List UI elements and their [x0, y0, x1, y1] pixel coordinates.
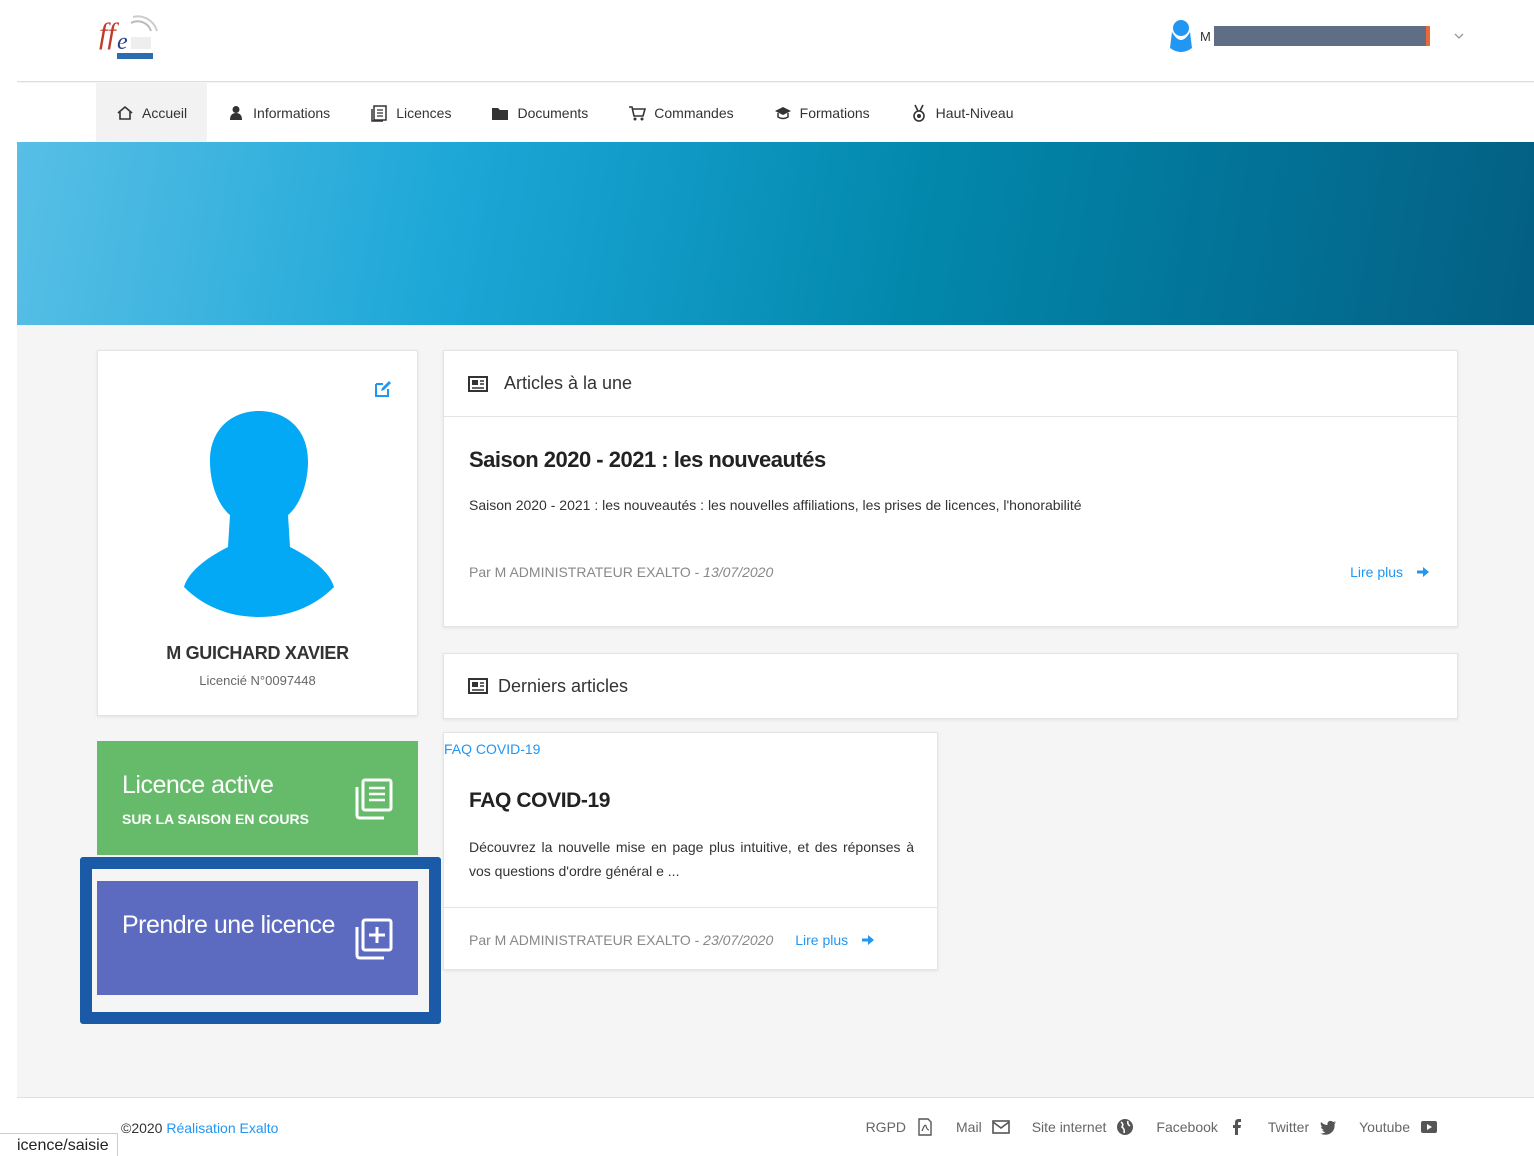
footer-link-facebook[interactable]: Facebook: [1156, 1118, 1245, 1136]
licence-active-tile[interactable]: Licence active SUR LA SAISON EN COURS: [97, 741, 418, 855]
main-nav: Accueil Informations Licences Documents …: [96, 83, 1034, 142]
nav-accueil[interactable]: Accueil: [96, 83, 208, 142]
newspaper-icon: [468, 678, 488, 694]
newspaper-icon: [468, 375, 488, 392]
graduation-cap-icon: [774, 106, 791, 119]
user-name-redacted: [1214, 26, 1430, 46]
article-meta: Par M ADMINISTRATEUR EXALTO - 23/07/2020: [469, 931, 774, 948]
article-meta: Par M ADMINISTRATEUR EXALTO - 13/07/2020: [469, 564, 774, 580]
nav-informations[interactable]: Informations: [207, 83, 350, 142]
footer: ©2020 Réalisation Exalto RGPD Mail Site …: [17, 1097, 1534, 1156]
chevron-down-icon[interactable]: [1454, 31, 1464, 41]
read-more-link[interactable]: Lire plus: [795, 932, 875, 948]
user-menu[interactable]: M: [1168, 18, 1464, 54]
nav-documents[interactable]: Documents: [471, 83, 608, 142]
latest-heading: Derniers articles: [498, 675, 629, 696]
envelope-icon: [991, 1120, 1010, 1134]
facebook-icon: [1232, 1119, 1241, 1135]
user-icon: [1170, 20, 1192, 52]
footer-link-youtube[interactable]: Youtube: [1359, 1118, 1438, 1136]
nav-label: Informations: [253, 104, 331, 121]
nav-label: Formations: [799, 104, 870, 121]
nav-label: Haut-Niveau: [935, 104, 1014, 121]
nav-licences[interactable]: Licences: [350, 83, 471, 142]
nav-haut-niveau[interactable]: Haut-Niveau: [890, 83, 1034, 142]
home-icon: [117, 105, 133, 120]
licence-card-icon: [355, 778, 393, 820]
avatar: [184, 411, 334, 617]
nav-label: Commandes: [654, 104, 734, 121]
article-description: Découvrez la nouvelle mise en page plus …: [469, 839, 914, 879]
footer-link-mail[interactable]: Mail: [956, 1118, 1010, 1136]
status-bar-url: icence/saisie: [0, 1133, 118, 1156]
nav-label: Accueil: [142, 104, 188, 121]
article-description: Saison 2020 - 2021 : les nouveautés : le…: [469, 497, 1082, 513]
nav-label: Documents: [517, 104, 589, 121]
top-bar: ff e M: [17, 0, 1534, 82]
article-date: 13/07/2020: [703, 564, 774, 580]
twitter-icon: [1320, 1120, 1337, 1135]
profile-name: M GUICHARD XAVIER: [166, 643, 349, 663]
footer-links: RGPD Mail Site internet Facebook Twitter…: [866, 1118, 1438, 1136]
article-footer: Par M ADMINISTRATEUR EXALTO - 23/07/2020…: [444, 907, 937, 971]
article-category-tag[interactable]: FAQ COVID-19: [444, 741, 540, 757]
article-title[interactable]: FAQ COVID-19: [469, 789, 610, 813]
featured-heading: Articles à la une: [504, 373, 633, 393]
page: ff e M Accueil Informations Licences Doc…: [17, 0, 1534, 1156]
ffe-logo[interactable]: ff e: [95, 9, 161, 63]
featured-header: Articles à la une: [444, 351, 1457, 417]
footer-link-site[interactable]: Site internet: [1032, 1118, 1135, 1136]
hero-banner: [17, 142, 1534, 325]
featured-articles: Articles à la une Saison 2020 - 2021 : l…: [443, 350, 1458, 627]
pdf-icon: [918, 1118, 932, 1136]
edit-icon[interactable]: [373, 379, 393, 399]
article-card: FAQ COVID-19 FAQ COVID-19 Découvrez la n…: [443, 732, 938, 970]
copyright: ©2020 Réalisation Exalto: [121, 1120, 279, 1136]
main-nav-bar: Accueil Informations Licences Documents …: [17, 83, 1534, 142]
user-icon: [230, 105, 243, 120]
youtube-icon: [1421, 1121, 1437, 1133]
profile-card: M GUICHARD XAVIER Licencié N°0097448: [97, 350, 418, 716]
nav-commandes[interactable]: Commandes: [608, 83, 753, 142]
licence-card-icon: [371, 104, 387, 122]
user-initial: M: [1200, 28, 1211, 44]
arrow-right-icon: [1417, 567, 1429, 577]
tile-title: Licence active: [122, 771, 274, 799]
cart-icon: [629, 105, 647, 120]
read-more-link[interactable]: Lire plus: [1350, 564, 1429, 580]
medal-icon: [912, 104, 925, 122]
nav-formations[interactable]: Formations: [754, 83, 890, 142]
nav-label: Licences: [396, 104, 452, 121]
folder-icon: [492, 107, 509, 120]
tile-subtitle: SUR LA SAISON EN COURS: [122, 811, 309, 827]
article-title[interactable]: Saison 2020 - 2021 : les nouveautés: [469, 447, 826, 473]
footer-link-rgpd[interactable]: RGPD: [866, 1118, 934, 1136]
highlight-frame: [80, 857, 441, 1024]
latest-articles-header: Derniers articles: [443, 653, 1458, 719]
footer-link-twitter[interactable]: Twitter: [1268, 1118, 1337, 1136]
globe-icon: [1117, 1119, 1134, 1135]
svg-text:e: e: [117, 29, 128, 55]
exalto-link[interactable]: Réalisation Exalto: [166, 1120, 278, 1136]
article-date: 23/07/2020: [703, 931, 774, 948]
arrow-right-icon: [862, 934, 875, 945]
licence-number: Licencié N°0097448: [199, 673, 316, 688]
